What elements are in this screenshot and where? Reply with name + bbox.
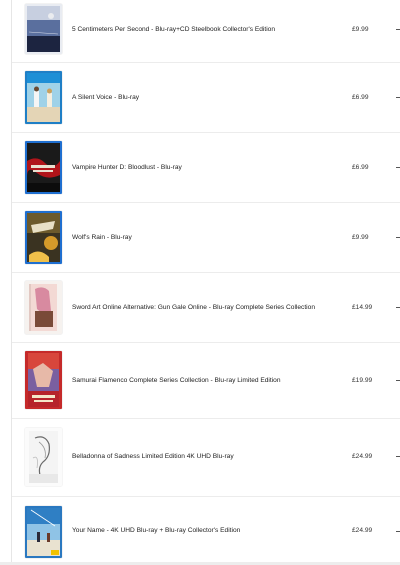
edge-mark bbox=[396, 456, 400, 457]
product-row[interactable]: A Silent Voice - Blu-ray £6.99 bbox=[12, 62, 400, 133]
product-price: £6.99 bbox=[352, 164, 369, 171]
product-cover-image[interactable] bbox=[25, 506, 62, 558]
product-row[interactable]: Vampire Hunter D: Bloodlust - Blu-ray £6… bbox=[12, 132, 400, 203]
product-title[interactable]: Belladonna of Sadness Limited Edition 4K… bbox=[72, 453, 340, 461]
product-title[interactable]: Wolf's Rain - Blu-ray bbox=[72, 234, 340, 242]
product-price: £6.99 bbox=[352, 94, 369, 101]
product-title[interactable]: Sword Art Online Alternative: Gun Gale O… bbox=[72, 304, 340, 312]
product-price: £19.99 bbox=[352, 377, 373, 384]
product-cover-image[interactable] bbox=[25, 351, 62, 409]
product-title[interactable]: Vampire Hunter D: Bloodlust - Blu-ray bbox=[72, 164, 340, 172]
product-price: £9.99 bbox=[352, 234, 369, 241]
product-cover-image[interactable] bbox=[25, 141, 62, 194]
product-title[interactable]: Your Name - 4K UHD Blu-ray + Blu-ray Col… bbox=[72, 527, 340, 535]
product-list-page: 5 Centimeters Per Second - Blu-ray+CD St… bbox=[0, 0, 400, 565]
edge-mark bbox=[396, 97, 400, 98]
edge-mark bbox=[396, 29, 400, 30]
edge-mark bbox=[396, 237, 400, 238]
product-row[interactable]: Belladonna of Sadness Limited Edition 4K… bbox=[12, 418, 400, 497]
product-cover-image[interactable] bbox=[25, 71, 62, 124]
product-title[interactable]: 5 Centimeters Per Second - Blu-ray+CD St… bbox=[72, 26, 340, 34]
edge-mark bbox=[396, 531, 400, 532]
product-row[interactable]: Wolf's Rain - Blu-ray £9.99 bbox=[12, 202, 400, 273]
product-row[interactable]: Your Name - 4K UHD Blu-ray + Blu-ray Col… bbox=[12, 496, 400, 565]
product-price: £14.99 bbox=[352, 304, 373, 311]
product-row[interactable]: Sword Art Online Alternative: Gun Gale O… bbox=[12, 272, 400, 343]
product-cover-image[interactable] bbox=[25, 281, 62, 334]
product-title[interactable]: A Silent Voice - Blu-ray bbox=[72, 94, 340, 102]
product-row[interactable]: 5 Centimeters Per Second - Blu-ray+CD St… bbox=[12, 0, 400, 63]
edge-mark bbox=[396, 380, 400, 381]
product-price: £24.99 bbox=[352, 453, 373, 460]
edge-mark bbox=[396, 167, 400, 168]
product-row[interactable]: Samurai Flamenco Complete Series Collect… bbox=[12, 342, 400, 419]
product-price: £24.99 bbox=[352, 527, 373, 534]
edge-mark bbox=[396, 307, 400, 308]
product-cover-image[interactable] bbox=[25, 211, 62, 264]
product-title[interactable]: Samurai Flamenco Complete Series Collect… bbox=[72, 377, 340, 385]
product-cover-image[interactable] bbox=[25, 428, 62, 486]
product-cover-image[interactable] bbox=[25, 4, 62, 54]
product-price: £9.99 bbox=[352, 26, 369, 33]
